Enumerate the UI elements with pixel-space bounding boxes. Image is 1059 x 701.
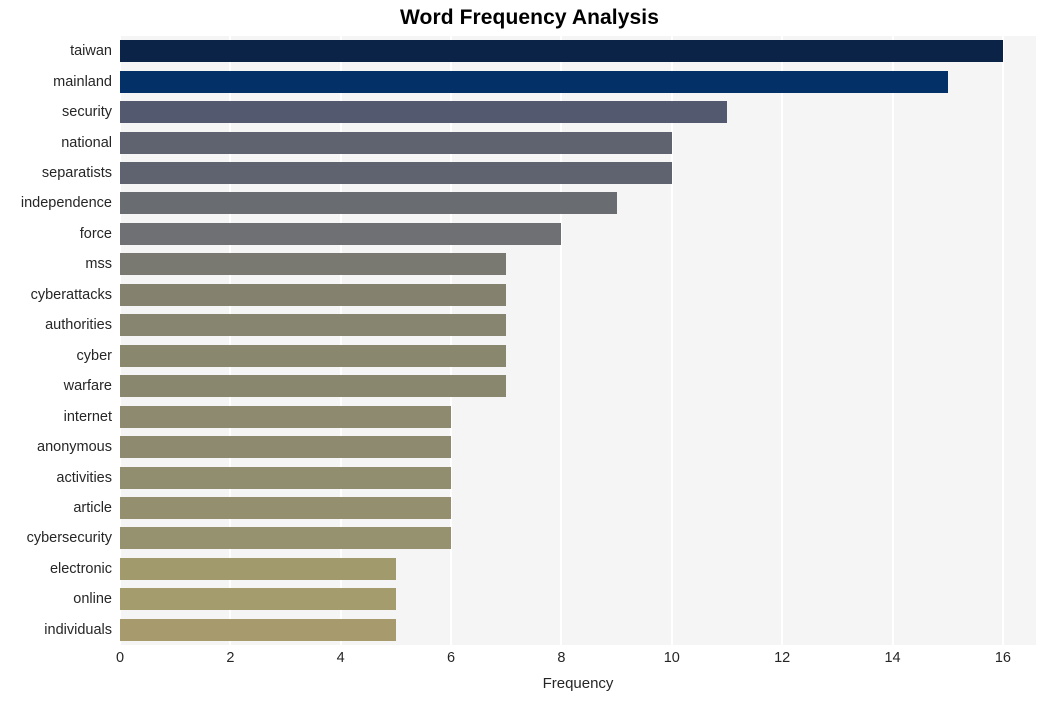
x-tick-label-8: 8: [557, 650, 566, 666]
y-tick-label-authorities: authorities: [45, 317, 112, 334]
bar-national[interactable]: [120, 131, 672, 154]
x-axis-tick-labels: 0 2 4 6 8 10 12 14 16: [0, 650, 1059, 672]
bar-article[interactable]: [120, 496, 452, 519]
bar-taiwan[interactable]: [120, 40, 1003, 63]
bar-cyber[interactable]: [120, 344, 507, 367]
y-tick-label-independence: independence: [20, 195, 112, 212]
bar-electronic[interactable]: [120, 557, 396, 580]
bar-warfare[interactable]: [120, 375, 507, 398]
y-tick-label-cyberattacks: cyberattacks: [30, 286, 112, 303]
x-tick-label-14: 14: [884, 650, 901, 666]
bar-anonymous[interactable]: [120, 436, 452, 459]
y-tick-label-activities: activities: [56, 469, 112, 486]
y-tick-label-cybersecurity: cybersecurity: [26, 530, 112, 547]
y-tick-label-warfare: warfare: [63, 378, 112, 395]
x-axis-title: Frequency: [542, 675, 614, 692]
bar-authorities[interactable]: [120, 314, 507, 337]
y-tick-label-security: security: [62, 104, 112, 121]
y-tick-label-online: online: [73, 591, 112, 608]
y-tick-label-internet: internet: [63, 408, 112, 425]
bar-independence[interactable]: [120, 192, 617, 215]
x-tick-label-10: 10: [663, 650, 680, 666]
chart-title: Word Frequency Analysis: [399, 6, 660, 29]
bar-security[interactable]: [120, 101, 727, 124]
y-tick-label-article: article: [73, 499, 112, 516]
y-tick-label-anonymous: anonymous: [37, 439, 112, 456]
word-frequency-bar-chart: Word Frequency Analysis taiwan mainland se…: [0, 0, 1059, 701]
y-tick-label-electronic: electronic: [49, 560, 112, 577]
x-tick-label-16: 16: [994, 650, 1011, 666]
bar-online[interactable]: [120, 588, 396, 611]
y-tick-label-national: national: [61, 134, 112, 151]
y-axis-tick-labels: taiwan mainland security national separatist…: [0, 36, 112, 645]
bar-individuals[interactable]: [120, 618, 396, 641]
bars-container: [120, 36, 1036, 645]
bar-activities[interactable]: [120, 466, 452, 489]
bar-internet[interactable]: [120, 405, 452, 428]
x-tick-label-0: 0: [115, 650, 125, 666]
x-tick-label-12: 12: [774, 650, 791, 666]
y-tick-label-taiwan: taiwan: [70, 43, 112, 60]
y-tick-label-force: force: [79, 225, 112, 242]
y-tick-label-individuals: individuals: [44, 621, 112, 638]
y-tick-label-separatists: separatists: [41, 165, 112, 182]
x-tick-label-2: 2: [226, 650, 235, 666]
x-tick-label-4: 4: [336, 650, 345, 666]
bar-mss[interactable]: [120, 253, 507, 276]
bar-mainland[interactable]: [120, 70, 948, 93]
bar-cyberattacks[interactable]: [120, 283, 507, 306]
bar-separatists[interactable]: [120, 162, 672, 185]
y-tick-label-mss: mss: [85, 256, 112, 273]
bar-force[interactable]: [120, 222, 562, 245]
y-tick-label-mainland: mainland: [53, 73, 112, 90]
x-tick-label-6: 6: [447, 650, 456, 666]
plot-area: [120, 36, 1036, 645]
y-tick-label-cyber: cyber: [76, 347, 112, 364]
bar-cybersecurity[interactable]: [120, 527, 452, 550]
